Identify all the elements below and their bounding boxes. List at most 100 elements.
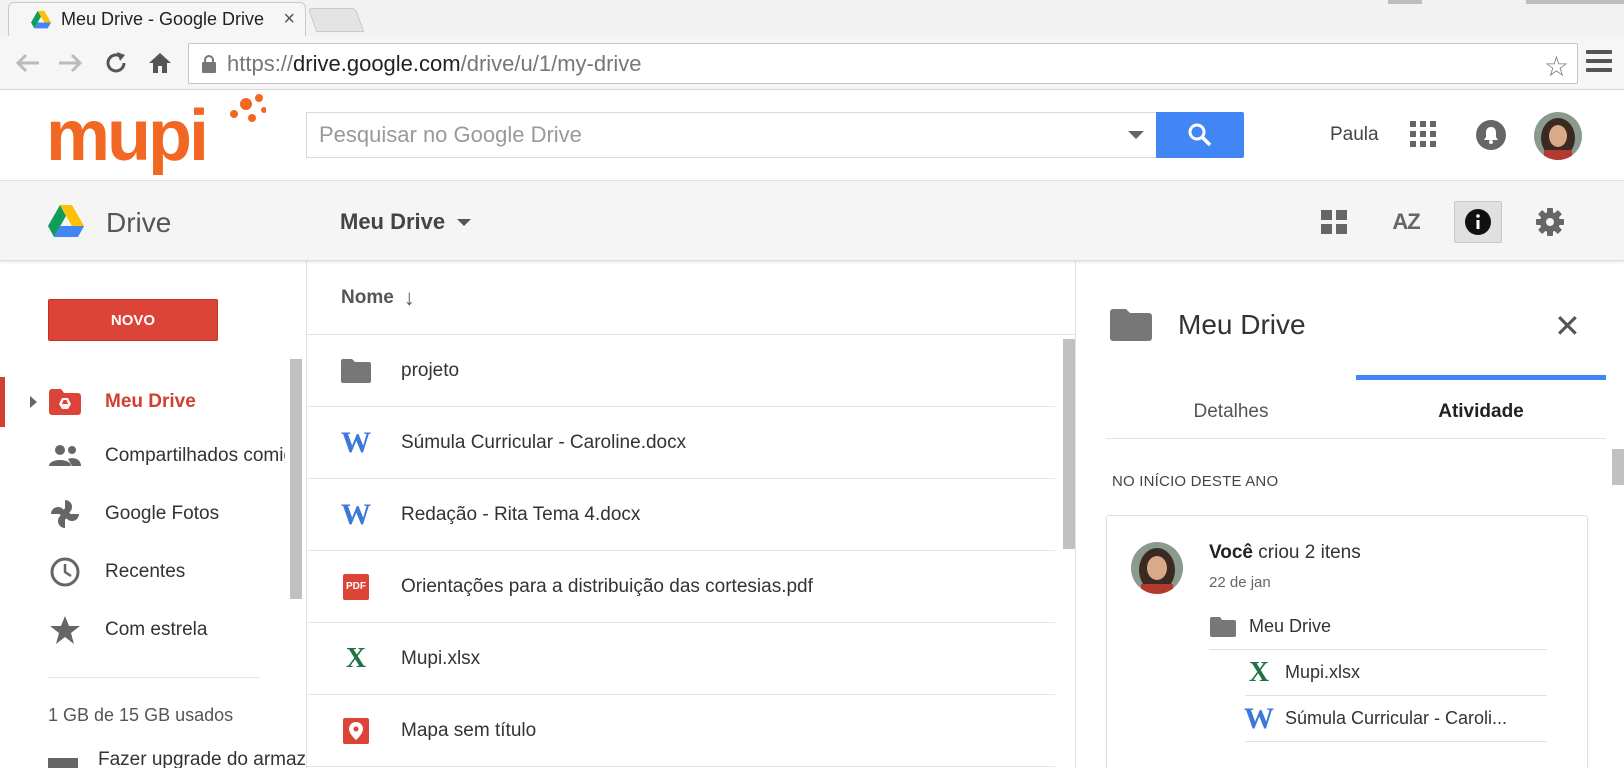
url-text: https://drive.google.com/drive/u/1/my-dr… <box>227 50 642 76</box>
file-name: Súmula Curricular - Caroline.docx <box>401 431 687 453</box>
home-icon[interactable] <box>146 49 174 77</box>
panel-tabs: Detalhes Atividade <box>1106 375 1606 439</box>
folder-icon <box>1209 614 1237 640</box>
active-indicator <box>0 377 5 427</box>
activity-date: 22 de jan <box>1209 574 1271 591</box>
bookmark-star-icon[interactable]: ☆ <box>1544 50 1569 83</box>
sort-arrow-icon: ↓ <box>403 284 415 310</box>
activity-item-name: Mupi.xlsx <box>1285 662 1361 682</box>
apps-grid-icon[interactable] <box>1410 121 1436 147</box>
user-name[interactable]: Paula <box>1330 124 1379 146</box>
tab-detalhes[interactable]: Detalhes <box>1106 401 1356 423</box>
drive-favicon-icon <box>31 10 51 28</box>
clock-icon <box>48 557 82 587</box>
grid-view-icon <box>1321 210 1347 234</box>
folder-icon <box>1110 309 1152 341</box>
back-arrow-icon[interactable] <box>14 49 42 77</box>
word-doc-icon: W <box>341 425 371 459</box>
browser-toolbar: https://drive.google.com/drive/u/1/my-dr… <box>0 36 1624 90</box>
window-control[interactable] <box>1526 0 1624 4</box>
notifications-bell-icon[interactable] <box>1476 120 1506 150</box>
pdf-icon: PDF <box>341 572 371 602</box>
search-field[interactable] <box>306 112 1156 158</box>
sidebar-item-label: Compartilhados comigo <box>105 445 285 466</box>
column-header-label: Nome <box>341 286 394 308</box>
activity-item-name: Meu Drive <box>1249 616 1332 636</box>
tab-atividade[interactable]: Atividade <box>1356 401 1606 423</box>
app-header: mupi Paula <box>0 90 1624 181</box>
panel-title: Meu Drive <box>1178 309 1306 340</box>
new-tab-button[interactable] <box>307 8 365 32</box>
drive-logo-icon[interactable] <box>48 205 84 237</box>
close-icon[interactable]: ✕ <box>1554 307 1581 345</box>
browser-tab[interactable]: Meu Drive - Google Drive × <box>8 2 306 36</box>
people-icon <box>48 441 82 471</box>
avatar <box>1131 542 1183 594</box>
product-name[interactable]: Drive <box>106 207 171 239</box>
file-row[interactable]: projeto <box>307 335 1055 407</box>
avatar[interactable] <box>1534 112 1582 160</box>
sidebar-item-label: Recentes <box>105 561 186 582</box>
file-row[interactable]: W Redação - Rita Tema 4.docx <box>307 479 1055 551</box>
forward-arrow-icon[interactable] <box>56 49 84 77</box>
svg-text:mupi: mupi <box>46 96 206 176</box>
activity-item-name: Súmula Curricular - Caroli... <box>1285 708 1508 728</box>
sidebar-scrollbar[interactable] <box>290 359 302 599</box>
sidebar-item-recent[interactable]: Recentes <box>0 547 290 597</box>
sidebar-item-shared[interactable]: Compartilhados comigo <box>0 431 290 481</box>
folder-icon <box>341 356 371 386</box>
tab-close-icon[interactable]: × <box>283 8 295 31</box>
file-row[interactable]: X Mupi.xlsx <box>307 623 1055 695</box>
reload-icon[interactable] <box>102 49 130 77</box>
sidebar-item-starred[interactable]: Com estrela <box>0 605 290 655</box>
sidebar-item-label: Meu Drive <box>105 391 196 412</box>
activity-period-heading: NO INÍCIO DESTE ANO <box>1112 473 1279 490</box>
excel-sheet-icon: X <box>1248 656 1270 688</box>
storage-usage: 1 GB de 15 GB usados <box>48 705 234 725</box>
panel-scrollbar[interactable] <box>1612 449 1624 485</box>
settings-button[interactable] <box>1526 201 1574 243</box>
breadcrumb[interactable]: Meu Drive <box>340 209 472 235</box>
search-options-caret-icon[interactable] <box>1128 131 1144 139</box>
file-row[interactable]: PDF Orientações para a distribuição das … <box>307 551 1055 623</box>
browser-menu-icon[interactable] <box>1586 50 1612 72</box>
sidebar-item-label: Google Fotos <box>105 503 220 524</box>
file-list: Nome ↓ projeto W Súmula Curricular - Car… <box>306 261 1076 768</box>
photos-icon <box>48 499 82 529</box>
my-drive-icon <box>48 387 82 417</box>
activity-file-item[interactable]: W Súmula Curricular - Caroli... <box>1244 696 1547 742</box>
browser-tabstrip: Meu Drive - Google Drive × <box>0 0 1624 36</box>
map-pin-icon <box>341 716 371 746</box>
grid-view-button[interactable] <box>1310 201 1358 243</box>
breadcrumb-label: Meu Drive <box>340 209 446 234</box>
info-icon <box>1465 209 1491 235</box>
window-control[interactable] <box>1388 0 1422 4</box>
lock-icon <box>202 54 216 73</box>
sidebar-item-photos[interactable]: Google Fotos <box>0 489 290 539</box>
search-button[interactable] <box>1156 112 1244 158</box>
word-doc-icon: W <box>1244 701 1274 735</box>
address-bar[interactable]: https://drive.google.com/drive/u/1/my-dr… <box>188 43 1578 84</box>
activity-folder-item[interactable]: Meu Drive <box>1209 604 1547 650</box>
search-input[interactable] <box>319 122 1099 148</box>
new-button[interactable]: NOVO <box>48 299 218 341</box>
file-name: Mapa sem título <box>401 719 537 741</box>
sort-button[interactable]: AZ <box>1382 201 1430 243</box>
file-name: Orientações para a distribuição das cort… <box>401 575 813 597</box>
activity-file-item[interactable]: X Mupi.xlsx <box>1245 650 1547 696</box>
file-name: projeto <box>401 359 460 381</box>
file-name: Mupi.xlsx <box>401 647 481 669</box>
active-tab-indicator <box>1356 375 1606 380</box>
mupi-logo[interactable]: mupi <box>46 90 266 180</box>
upgrade-storage-link[interactable]: Fazer upgrade do armazenamento <box>98 749 306 768</box>
file-row[interactable]: Mapa sem título <box>307 695 1055 767</box>
file-list-scrollbar[interactable] <box>1063 339 1075 549</box>
sidebar-item-meu-drive[interactable]: Meu Drive <box>0 377 290 427</box>
sidebar-item-label: Com estrela <box>105 619 208 640</box>
details-button[interactable] <box>1454 201 1502 243</box>
column-header-name[interactable]: Nome ↓ <box>307 261 1075 335</box>
file-row[interactable]: W Súmula Curricular - Caroline.docx <box>307 407 1055 479</box>
details-panel: Meu Drive ✕ Detalhes Atividade NO INÍCIO… <box>1076 261 1624 768</box>
expand-arrow-icon[interactable] <box>30 396 37 408</box>
activity-card: Você criou 2 itens 22 de jan Meu Drive X… <box>1106 515 1588 768</box>
